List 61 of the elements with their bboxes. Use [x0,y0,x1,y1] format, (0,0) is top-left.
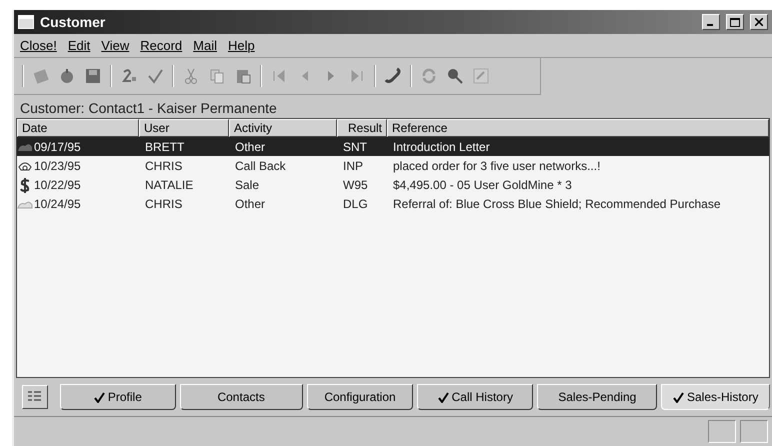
column-header[interactable]: User [139,119,229,137]
reference-cell-text: Introduction Letter [392,140,491,154]
date-cell: 10/22/95 [34,178,81,192]
tab[interactable]: Sales-Pending [537,384,658,410]
tab[interactable]: Call History [417,384,534,410]
close-icon [755,18,763,26]
menu-item[interactable]: Edit [68,38,90,53]
list-view-button[interactable] [22,385,48,409]
cut-icon[interactable] [182,67,200,85]
date-cell: 10/24/95 [34,196,81,210]
window-icon [18,15,34,29]
tab[interactable]: Contacts [180,384,303,410]
activity-cell-text: Other [234,140,266,154]
activity-cell-text: Call Back [234,158,287,172]
history-row[interactable]: 09/17/95 BRETT Other SNT Introduction Letter [17,137,769,156]
menu-item[interactable]: Help [228,38,255,53]
result-cell-text: INP [342,158,364,172]
list-icon [27,390,43,404]
column-header[interactable]: Date [17,119,139,137]
activity-cell-text: Sale [234,178,260,192]
user-cell-text: CHRIS [144,158,184,172]
menu-item[interactable]: Record [140,38,182,53]
tab[interactable]: Sales-History [661,384,770,410]
sync-icon[interactable] [420,67,438,85]
history-row[interactable]: 10/24/95 CHRIS Other DLG Referral of: Blue Cross Blue Shield; Recommended Purchase [17,194,769,213]
minimize-button[interactable] [702,14,720,30]
menu-item[interactable]: View [101,38,130,53]
menu-item[interactable]: Close! [20,38,57,53]
reference-cell-text: placed order for 3 five user networks...! [392,158,602,172]
reference-cell-text: $4,495.00 - 05 User GoldMine * 3 [392,178,573,192]
note-icon[interactable] [472,67,490,85]
tab[interactable]: Profile [60,384,176,410]
column-header[interactable]: Reference [387,119,769,137]
maximize-icon [730,18,740,26]
date-cell: 10/23/95 [34,158,81,172]
copy-icon[interactable] [208,67,226,85]
column-header[interactable]: Result [337,119,387,137]
date-cell: 09/17/95 [34,140,81,154]
history-row[interactable]: 10/22/95 NATALIE Sale W95 $4,495.00 - 05 User GoldMine * 3 [17,175,769,194]
spellcheck-icon[interactable] [146,67,164,85]
paste-icon[interactable] [234,67,252,85]
tab[interactable]: Configuration [306,384,414,410]
close-button[interactable] [750,14,768,30]
save-icon[interactable] [84,67,102,85]
reference-cell-text: Referral of: Blue Cross Blue Shield; Recommended Purchase [392,196,722,210]
menu-item[interactable]: Mail [193,38,217,53]
user-cell-text: NATALIE [144,178,194,192]
maximize-button[interactable] [726,14,744,30]
record-label: Customer: Contact1 - Kaiser Permanente [19,99,278,118]
result-cell-text: SNT [342,140,368,154]
column-header[interactable]: Activity [229,119,337,137]
phone-icon[interactable] [384,67,402,85]
result-cell-text: W95 [342,178,369,192]
history-row[interactable]: 10/23/95 CHRIS Call Back INP placed order for 3 five user networks...! [17,156,769,175]
result-cell-text: DLG [342,196,369,210]
activity-cell-text: Other [234,196,266,210]
user-cell-text: CHRIS [144,196,184,210]
window-title: Customer [40,14,106,30]
search-icon[interactable] [446,67,464,85]
user-cell-text: BRETT [144,140,186,154]
numbering-icon[interactable] [120,67,138,85]
